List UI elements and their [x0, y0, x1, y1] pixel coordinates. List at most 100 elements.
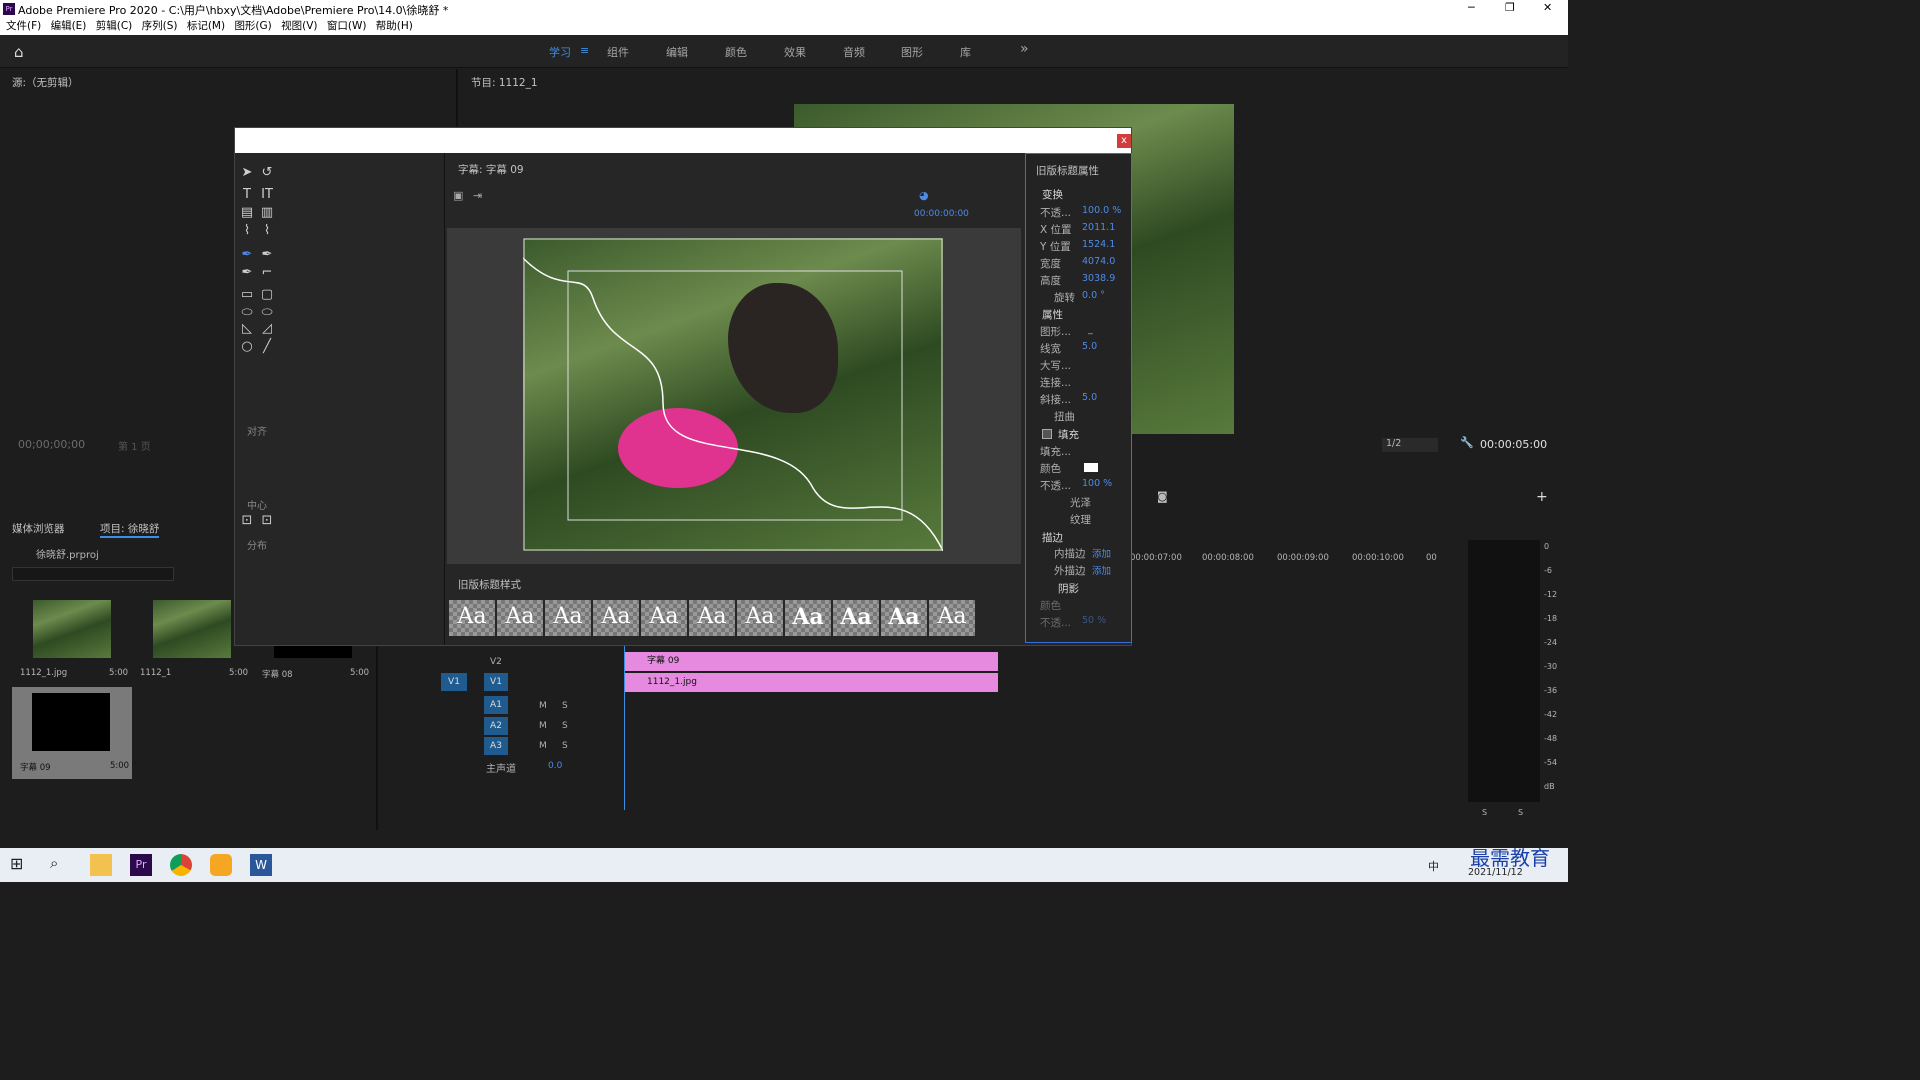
- style-swatch-6[interactable]: Aa: [689, 600, 735, 636]
- workspace-tab-libraries[interactable]: 库: [960, 44, 971, 60]
- dialog-close-button[interactable]: x: [1117, 134, 1131, 148]
- track-a3[interactable]: A3: [484, 737, 508, 755]
- row-shadow-opacity[interactable]: 不透... 50 %: [1026, 615, 1131, 632]
- rotate-value[interactable]: 0.0 °: [1082, 290, 1105, 301]
- source-page-select[interactable]: 第 1 页: [118, 438, 151, 453]
- style-swatch-10[interactable]: Aa: [881, 600, 927, 636]
- master-track-value[interactable]: 0.0: [548, 761, 562, 771]
- line-tool-icon[interactable]: ╱: [259, 339, 275, 354]
- project-thumb-2[interactable]: [153, 600, 231, 658]
- menu-edit[interactable]: 编辑(E): [51, 20, 87, 32]
- delete-anchor-tool-icon[interactable]: ✒: [259, 247, 275, 262]
- menu-marker[interactable]: 标记(M): [187, 20, 225, 32]
- track-v1[interactable]: V1: [484, 673, 508, 691]
- shadow-opacity-value[interactable]: 50 %: [1082, 615, 1106, 626]
- mute-a1[interactable]: M: [539, 701, 547, 711]
- area-type-tool-icon[interactable]: ▤: [239, 205, 255, 220]
- style-swatch-4[interactable]: Aa: [593, 600, 639, 636]
- style-swatch-11[interactable]: Aa: [929, 600, 975, 636]
- program-monitor-title[interactable]: 节目: 1112_1: [471, 75, 538, 90]
- background-timecode[interactable]: 00:00:00:00: [914, 209, 969, 219]
- menu-file[interactable]: 文件(F): [6, 20, 41, 32]
- word-icon[interactable]: W: [250, 854, 272, 876]
- opacity-value[interactable]: 100.0 %: [1082, 205, 1121, 216]
- ellipse-tool-icon[interactable]: ○: [239, 339, 255, 354]
- row-height[interactable]: 高度 3038.9: [1026, 273, 1131, 290]
- solo-a3[interactable]: S: [562, 741, 568, 751]
- clip-image-1112[interactable]: 1112_1.jpg: [625, 673, 998, 692]
- playhead[interactable]: [624, 645, 625, 810]
- row-width[interactable]: 宽度 4074.0: [1026, 256, 1131, 273]
- export-frame-icon[interactable]: ◙: [1157, 490, 1168, 503]
- menu-help[interactable]: 帮助(H): [376, 20, 413, 32]
- row-inner-stroke[interactable]: 内描边 添加: [1026, 546, 1131, 563]
- project-search-input[interactable]: [12, 567, 174, 581]
- file-explorer-icon[interactable]: [90, 854, 112, 876]
- miter-value[interactable]: 5.0: [1082, 392, 1097, 403]
- app-icon[interactable]: [210, 854, 232, 876]
- rotation-tool-icon[interactable]: ↺: [259, 165, 275, 180]
- fill-opacity-value[interactable]: 100 %: [1082, 478, 1112, 489]
- row-join[interactable]: 连接...: [1026, 375, 1131, 392]
- add-button-icon[interactable]: +: [1536, 489, 1548, 505]
- meter-solo-1[interactable]: S: [1482, 808, 1487, 817]
- meter-solo-2[interactable]: S: [1518, 808, 1523, 817]
- width-value[interactable]: 4074.0: [1082, 256, 1115, 267]
- style-swatch-1[interactable]: Aa: [449, 600, 495, 636]
- path-type-tool-icon[interactable]: ⌇: [239, 223, 255, 238]
- solo-a1[interactable]: S: [562, 701, 568, 711]
- center-vertical-icon[interactable]: ⊡: [259, 513, 275, 528]
- row-xpos[interactable]: X 位置 2011.1: [1026, 222, 1131, 239]
- row-rotate[interactable]: 旋转 0.0 °: [1026, 290, 1131, 307]
- title-panel-title[interactable]: 字幕: 字幕 09: [458, 162, 524, 177]
- style-swatch-9[interactable]: Aa: [833, 600, 879, 636]
- selection-tool-icon[interactable]: ➤: [239, 165, 255, 180]
- track-v1-source[interactable]: V1: [441, 673, 467, 691]
- style-swatch-2[interactable]: Aa: [497, 600, 543, 636]
- vertical-area-type-tool-icon[interactable]: ▥: [259, 205, 275, 220]
- close-button[interactable]: ✕: [1543, 1, 1552, 14]
- title-styles-title[interactable]: 旧版标题样式: [458, 577, 521, 592]
- title-toolbar-font-icon[interactable]: ▣: [453, 189, 463, 202]
- vertical-path-type-tool-icon[interactable]: ⌇: [259, 223, 275, 238]
- height-value[interactable]: 3038.9: [1082, 273, 1115, 284]
- workspace-tab-learn[interactable]: 学习: [549, 44, 571, 60]
- tab-project[interactable]: 项目: 徐晓舒: [100, 521, 160, 538]
- tab-media-browser[interactable]: 媒体浏览器: [12, 521, 65, 536]
- section-fill[interactable]: 填充: [1058, 427, 1079, 442]
- line-width-value[interactable]: 5.0: [1082, 341, 1097, 352]
- style-swatch-5[interactable]: Aa: [641, 600, 687, 636]
- title-canvas[interactable]: [447, 228, 1021, 564]
- project-thumb-1[interactable]: [33, 600, 111, 658]
- source-monitor-title[interactable]: 源:（无剪辑）: [12, 75, 79, 90]
- row-sheen[interactable]: 光泽: [1026, 495, 1131, 512]
- workspace-tab-assembly[interactable]: 组件: [607, 44, 629, 60]
- track-v2[interactable]: V2: [490, 657, 502, 667]
- program-timecode[interactable]: 00:00:05:00: [1480, 438, 1547, 451]
- fill-color-swatch[interactable]: [1084, 463, 1098, 472]
- workspace-tab-effects[interactable]: 效果: [784, 44, 806, 60]
- track-a1[interactable]: A1: [484, 696, 508, 714]
- program-zoom-select[interactable]: 1/2: [1382, 438, 1438, 452]
- workspace-tab-editing[interactable]: 编辑: [666, 44, 688, 60]
- workspace-tab-audio[interactable]: 音频: [843, 44, 865, 60]
- row-texture[interactable]: 纹理: [1026, 512, 1131, 529]
- center-horizontal-icon[interactable]: ⊡: [239, 513, 255, 528]
- properties-title[interactable]: 旧版标题属性: [1036, 163, 1099, 178]
- section-attributes[interactable]: 属性: [1042, 307, 1063, 322]
- project-item-4-selected[interactable]: 字幕 09 5:00: [12, 687, 132, 779]
- row-miter[interactable]: 斜接... 5.0: [1026, 392, 1131, 409]
- solo-a2[interactable]: S: [562, 721, 568, 731]
- row-fill-color[interactable]: 颜色: [1026, 461, 1131, 478]
- wedge-tool-icon[interactable]: ◺: [239, 321, 255, 336]
- title-toolbar-tabs-icon[interactable]: ⇥: [473, 189, 482, 202]
- title-path-shape[interactable]: [523, 238, 943, 551]
- search-icon[interactable]: ⌕: [50, 854, 72, 876]
- windows-start-icon[interactable]: ⊞: [10, 854, 32, 876]
- row-caps[interactable]: 大写...: [1026, 358, 1131, 375]
- convert-anchor-tool-icon[interactable]: ⌐: [259, 265, 275, 280]
- arc-tool-icon[interactable]: ◿: [259, 321, 275, 336]
- show-background-video-icon[interactable]: ◕: [919, 189, 929, 202]
- row-ypos[interactable]: Y 位置 1524.1: [1026, 239, 1131, 256]
- menu-view[interactable]: 视图(V): [281, 20, 317, 32]
